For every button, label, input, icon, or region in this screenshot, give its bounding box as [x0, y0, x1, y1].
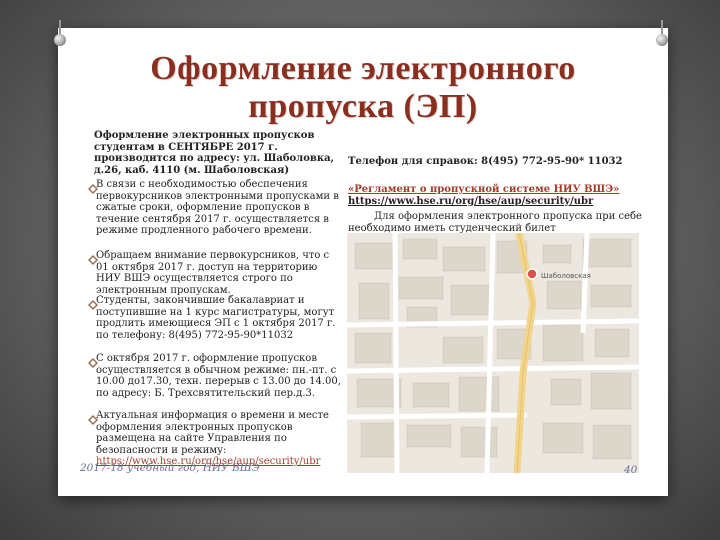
- pin-icon: [54, 20, 66, 46]
- location-map[interactable]: Шаболовская: [347, 233, 639, 473]
- bullet-text-2: Обращаем внимание первокурсников, что с …: [96, 250, 330, 296]
- phone-info: Телефон для справок: 8(495) 772-95-90* 1…: [348, 156, 623, 167]
- map-graphic: Шаболовская: [347, 233, 639, 473]
- slide-title: Оформление электронного пропуска (ЭП): [58, 50, 668, 126]
- reglament-block: «Регламент о пропускной системе НИУ ВШЭ»…: [348, 184, 648, 207]
- page-number: 40: [624, 464, 638, 476]
- title-line-2: пропуска (ЭП): [248, 88, 478, 125]
- bullet-text-1: В связи с необходимостью обеспечения пер…: [96, 179, 339, 236]
- bullet-text-5-body: Актуальная информация о времени и месте …: [96, 410, 329, 456]
- bullet-text-4: С октября 2017 г. оформление пропусков о…: [96, 353, 341, 399]
- bullet-text-5: Актуальная информация о времени и месте …: [96, 410, 342, 468]
- reglament-url[interactable]: https://www.hse.ru/org/hse/aup/security/…: [348, 196, 648, 208]
- reglament-link[interactable]: «Регламент о пропускной системе НИУ ВШЭ»: [348, 184, 648, 196]
- bullet-text-3: Студенты, закончившие бакалавриат и пост…: [96, 295, 336, 341]
- slide-card: Оформление электронного пропуска (ЭП) Оф…: [54, 20, 668, 496]
- footer-text: 2017-18 учебный год, НИУ ВШЭ: [80, 462, 260, 474]
- map-label: Шаболовская: [541, 272, 591, 280]
- intro-block: Оформление электронных пропусков студент…: [94, 130, 335, 176]
- pin-icon: [656, 20, 668, 46]
- docs-note: Для оформления электронного пропуска при…: [348, 211, 642, 234]
- title-line-1: Оформление электронного: [150, 50, 576, 87]
